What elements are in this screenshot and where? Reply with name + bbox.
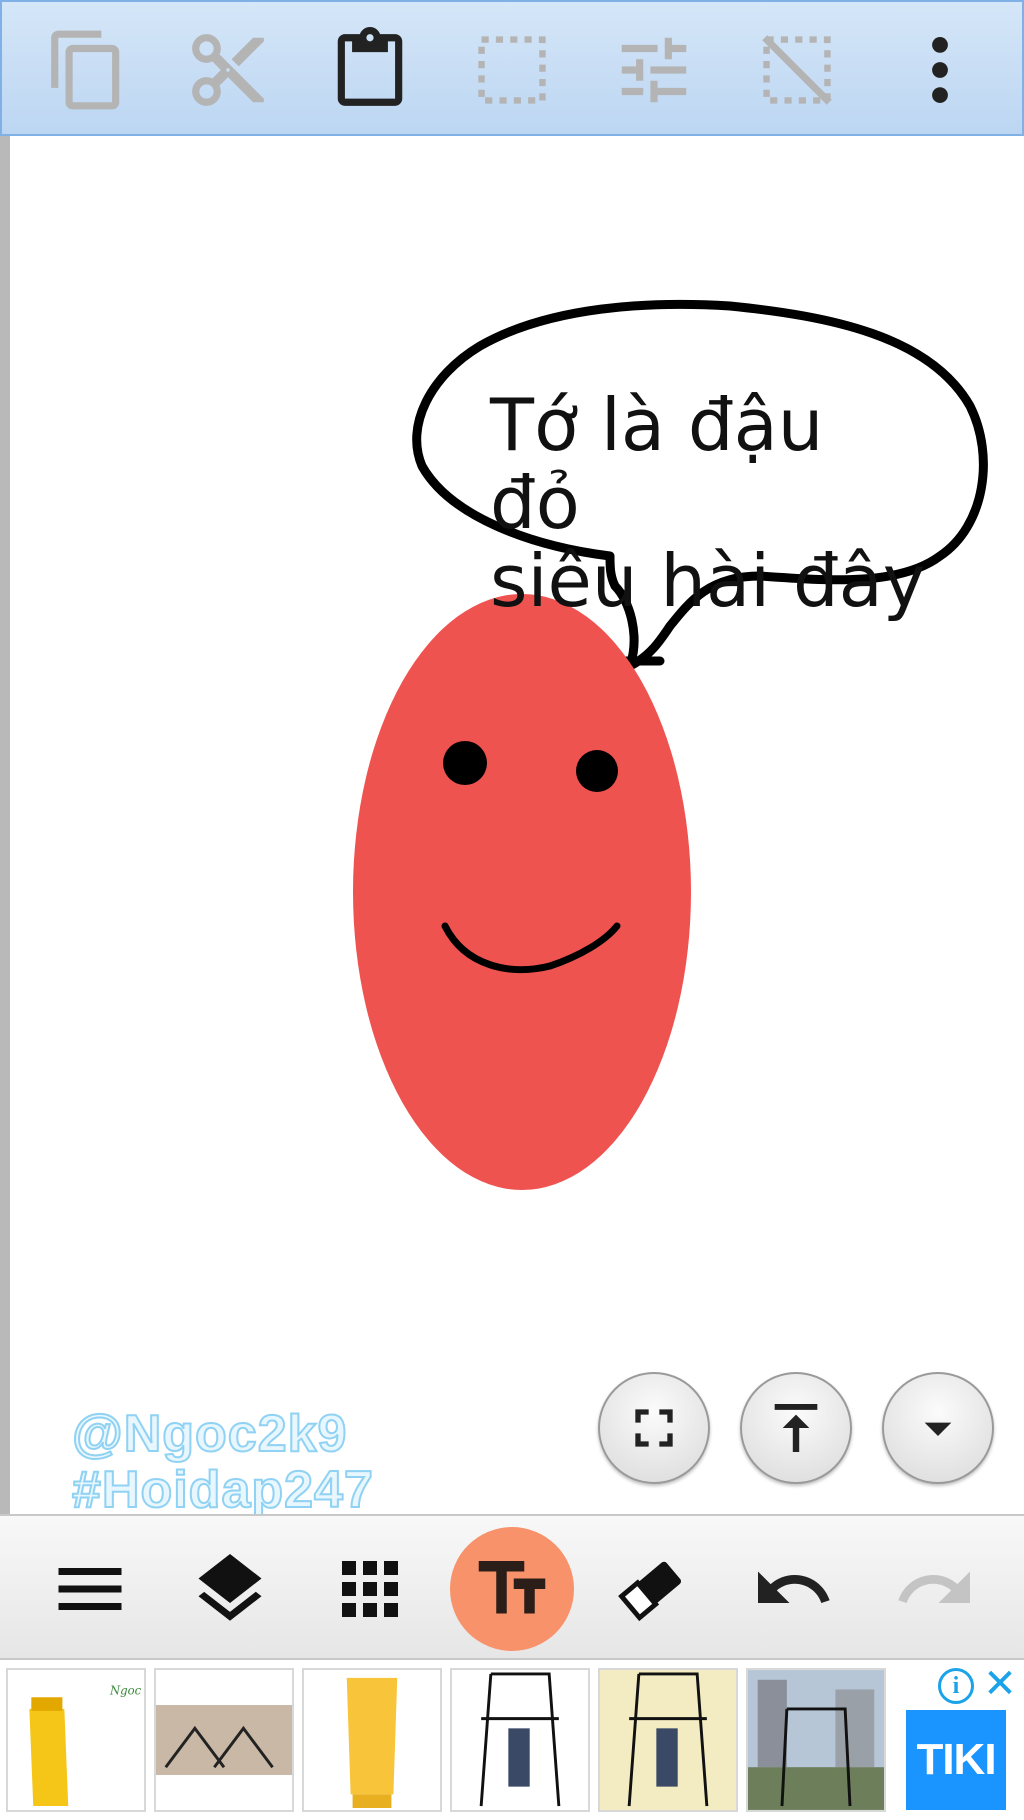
deselect-icon (762, 35, 832, 105)
dropdown-button[interactable] (882, 1372, 994, 1484)
ad-product-rack-3[interactable] (598, 1668, 738, 1812)
ad-product-rack-1[interactable] (154, 1668, 294, 1812)
redo-button[interactable] (875, 1530, 995, 1648)
svg-text:Ngoc: Ngoc (109, 1683, 142, 1697)
move-to-top-button[interactable] (740, 1372, 852, 1484)
select-rect-button[interactable] (462, 24, 562, 116)
grid-icon (342, 1561, 398, 1617)
ad-banner[interactable]: Ngoc i ✕ TIKI (0, 1660, 1024, 1820)
watermark: @Ngoc2k9 #Hoidap247 (71, 1405, 374, 1519)
cut-icon (192, 34, 264, 106)
more-button[interactable] (890, 24, 990, 116)
redo-icon (898, 1571, 970, 1603)
more-vert-icon (932, 37, 948, 103)
drawing-layer (353, 299, 988, 1190)
drawing-canvas[interactable]: Tớ là đậu đỏ siêu hài đây @Ngoc2k9 #Hoid… (10, 136, 1024, 1519)
ad-product-rack-2[interactable] (450, 1668, 590, 1812)
dropdown-arrow-icon (924, 1422, 952, 1436)
undo-button[interactable] (733, 1530, 853, 1648)
adjust-sliders-icon (621, 37, 687, 103)
ad-product-tube-1[interactable]: Ngoc (6, 1668, 146, 1812)
product-rack-image (452, 1670, 588, 1810)
speech-bubble-line-1: Tớ là đậu đỏ (490, 383, 824, 545)
fullscreen-icon (635, 1409, 673, 1447)
speech-bubble-line-2: siêu hài đây (490, 539, 926, 623)
text-tool-icon (478, 1561, 546, 1614)
ad-product-tube-2[interactable] (302, 1668, 442, 1812)
paste-icon (337, 27, 403, 106)
watermark-handle: @Ngoc2k9 (71, 1405, 348, 1463)
ad-info-button[interactable]: i (938, 1668, 974, 1704)
product-rack-image (600, 1670, 736, 1810)
copy-button[interactable] (37, 24, 137, 116)
advertiser-logo[interactable]: TIKI (906, 1710, 1006, 1810)
text-tool-button[interactable] (450, 1527, 574, 1651)
paste-button[interactable] (320, 24, 420, 116)
select-rect-icon (478, 36, 546, 104)
deselect-button[interactable] (747, 24, 847, 116)
top-toolbar (0, 0, 1024, 136)
menu-icon (58, 1568, 122, 1610)
product-tube-image: Ngoc (8, 1670, 144, 1810)
product-rack-image (156, 1670, 292, 1810)
menu-button[interactable] (30, 1530, 150, 1648)
right-eye (576, 750, 618, 792)
ad-product-rack-4[interactable] (746, 1668, 886, 1812)
product-tube-image (304, 1670, 440, 1810)
ad-close-button[interactable]: ✕ (980, 1664, 1020, 1704)
left-scroll-rail (0, 136, 10, 1514)
copy-icon (51, 30, 120, 110)
eraser-button[interactable] (592, 1530, 712, 1648)
bottom-toolbar (0, 1514, 1024, 1660)
watermark-hashtag: #Hoidap247 (71, 1461, 374, 1519)
adjust-button[interactable] (604, 24, 704, 116)
layers-button[interactable] (170, 1530, 290, 1648)
left-eye (443, 741, 487, 785)
bean-body (353, 594, 691, 1190)
product-rack-image (748, 1670, 884, 1810)
eraser-icon (618, 1561, 682, 1622)
fullscreen-button[interactable] (598, 1372, 710, 1484)
speech-bubble-text: Tớ là đậu đỏ siêu hài đây (490, 386, 930, 620)
cut-button[interactable] (178, 24, 278, 116)
move-to-top-icon (774, 1404, 818, 1452)
undo-icon (758, 1571, 830, 1603)
layers-icon (198, 1554, 262, 1621)
grid-button[interactable] (310, 1530, 430, 1648)
